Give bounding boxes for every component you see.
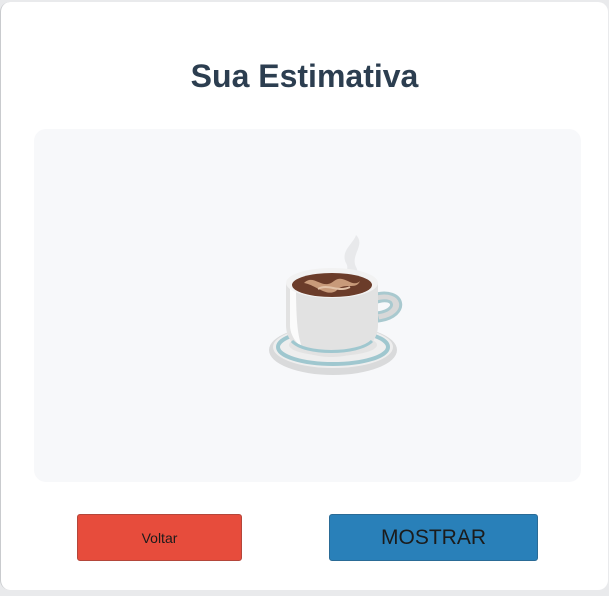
coffee-cup-icon (269, 235, 403, 375)
show-button[interactable]: MOSTRAR (329, 514, 538, 561)
estimate-display-area (34, 129, 581, 482)
page-title: Sua Estimativa (190, 58, 419, 94)
back-button[interactable]: Voltar (77, 514, 242, 561)
estimate-card: Sua Estimativa Voltar MOSTRAR (0, 2, 608, 590)
